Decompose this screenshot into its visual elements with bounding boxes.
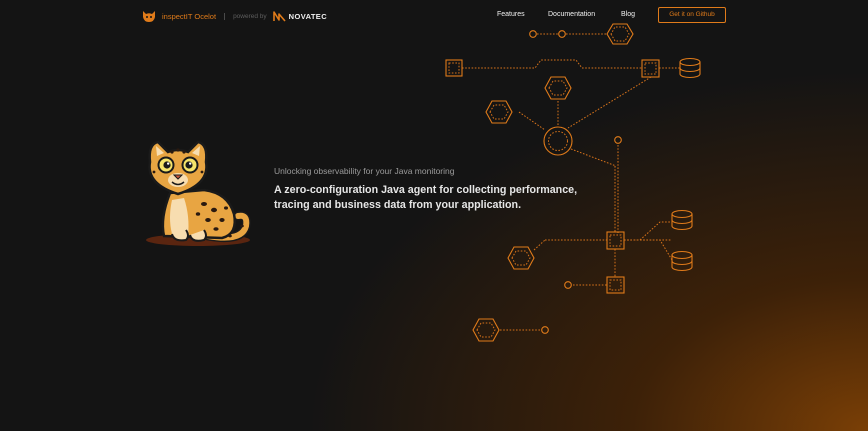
ocelot-mascot-illustration	[146, 140, 251, 246]
novatec-logo-icon	[272, 10, 286, 22]
divider	[224, 12, 226, 20]
ocelot-head-icon	[143, 11, 155, 22]
network-diagram	[445, 23, 701, 342]
database-icon	[671, 250, 693, 272]
circle-node-icon	[564, 281, 572, 289]
github-button[interactable]: Get it on Github	[658, 7, 726, 23]
circle-node-icon	[614, 136, 622, 144]
novatec-name: NOVATEC	[288, 11, 328, 21]
database-icon	[671, 209, 693, 231]
top-navigation: inspectIT Ocelot powered by NOVATEC Feat…	[0, 0, 868, 32]
square-node-icon	[445, 59, 463, 77]
nav-documentation-link[interactable]: Documentation	[548, 11, 595, 18]
hero-tagline: Unlocking observability for your Java mo…	[274, 166, 455, 176]
brand-name: inspectIT Ocelot	[162, 11, 217, 21]
hero-headline: A zero-configuration Java agent for coll…	[274, 184, 578, 211]
brand[interactable]: inspectIT Ocelot powered by NOVATEC	[142, 8, 327, 24]
nav-blog-link[interactable]: Blog	[621, 11, 635, 18]
circle-node-icon	[541, 326, 549, 334]
powered-by-label: powered by	[233, 12, 267, 20]
novatec-logo[interactable]: NOVATEC	[272, 10, 328, 22]
nav-features-link[interactable]: Features	[497, 11, 525, 18]
database-icon	[679, 57, 701, 79]
